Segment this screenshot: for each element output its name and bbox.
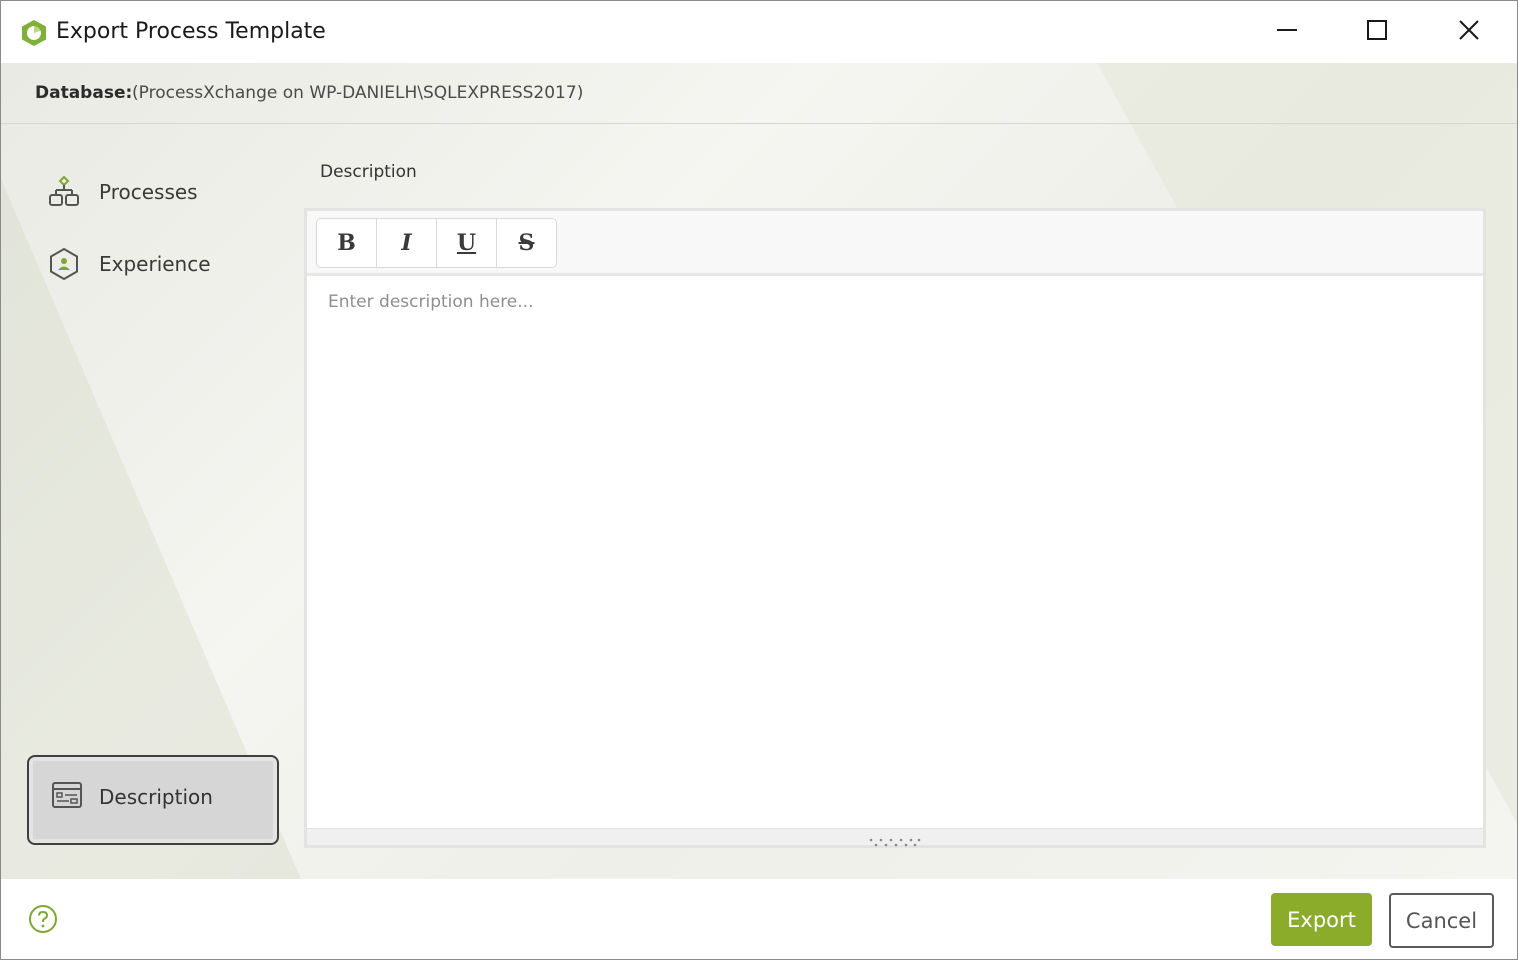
description-heading: Description (320, 162, 417, 182)
description-textarea[interactable]: Enter description here... (307, 276, 1483, 826)
database-bar: Database: (ProcessXchange on WP-DANIELH\… (1, 63, 1517, 124)
help-icon[interactable] (28, 904, 58, 938)
processes-icon (47, 174, 87, 210)
maximize-icon (1366, 19, 1388, 45)
italic-button[interactable]: I (377, 219, 437, 267)
description-icon (51, 781, 83, 813)
database-value: (ProcessXchange on WP-DANIELH\SQLEXPRESS… (132, 83, 584, 103)
description-placeholder: Enter description here... (328, 292, 534, 312)
database-label: Database: (35, 83, 133, 103)
export-process-template-dialog: Export Process Template Database: (Proce… (0, 0, 1518, 960)
window-title: Export Process Template (56, 19, 326, 44)
export-button[interactable]: Export (1271, 893, 1372, 946)
minimize-button[interactable] (1257, 11, 1317, 53)
sidebar-item-label: Experience (99, 252, 211, 276)
dialog-content: Database: (ProcessXchange on WP-DANIELH\… (1, 63, 1517, 879)
sidebar-item-processes[interactable]: Processes (47, 170, 297, 214)
sidebar-item-experience[interactable]: Experience (47, 242, 297, 286)
close-button[interactable] (1439, 11, 1499, 53)
sidebar-item-label: Processes (99, 180, 198, 204)
maximize-button[interactable] (1347, 11, 1407, 53)
title-bar: Export Process Template (1, 1, 1517, 63)
editor-toolbar: B I U S (307, 211, 1483, 276)
bold-button[interactable]: B (317, 219, 377, 267)
close-icon (1458, 19, 1480, 45)
format-button-group: B I U S (316, 218, 557, 268)
rich-text-editor: B I U S Enter description here... (304, 208, 1486, 848)
app-logo-icon (21, 19, 47, 47)
strikethrough-button[interactable]: S (497, 219, 556, 267)
experience-icon (47, 246, 87, 282)
minimize-icon (1276, 19, 1298, 45)
grip-icon (867, 832, 923, 851)
sidebar-item-description[interactable]: Description (27, 755, 279, 845)
editor-resize-handle[interactable] (307, 828, 1483, 847)
sidebar-item-label: Description (99, 785, 213, 809)
underline-button[interactable]: U (437, 219, 497, 267)
cancel-button[interactable]: Cancel (1389, 893, 1494, 948)
dialog-footer: Export Cancel (1, 879, 1517, 959)
